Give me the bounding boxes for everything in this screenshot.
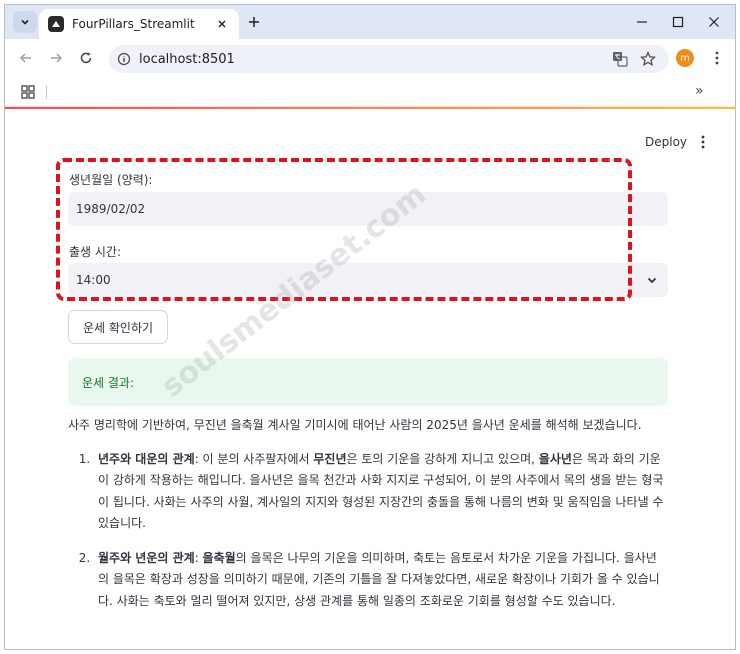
close-window-icon[interactable]	[705, 13, 723, 31]
check-fortune-button[interactable]: 운세 확인하기	[68, 310, 168, 344]
result-title: 운세 결과:	[82, 375, 135, 390]
apps-grid-icon[interactable]	[21, 85, 35, 99]
streamlit-app: Deploy 생년월일 (양력): 출생 시간: 14:00 운세 확인하기 운…	[5, 109, 735, 649]
fortune-result-text: 사주 명리학에 기반하여, 무진년 을축월 계사일 기미시에 태어난 사람의 2…	[68, 415, 664, 625]
result-alert: 운세 결과:	[68, 358, 668, 406]
chevron-down-icon	[21, 19, 29, 25]
tab-search-button[interactable]	[13, 11, 37, 33]
list-item: 년주와 대운의 관계: 이 분의 사주팔자에서 무진년은 토의 기운을 강하게 …	[94, 449, 664, 535]
tab-strip: FourPillars_Streamlit	[5, 5, 735, 39]
url-text: localhost:8501	[139, 51, 235, 67]
list-item: 월주와 년운의 관계: 을축월의 을목은 나무의 기운을 의미하며, 축토는 음…	[94, 548, 664, 613]
chevron-down-icon[interactable]	[644, 272, 660, 288]
browser-window: FourPillars_Streamlit localhost:8501 m »…	[4, 4, 736, 650]
fortune-list: 년주와 대운의 관계: 이 분의 사주팔자에서 무진년은 토의 기운을 강하게 …	[68, 449, 664, 613]
address-bar[interactable]: localhost:8501	[109, 45, 669, 73]
forward-arrow-icon[interactable]	[47, 49, 65, 67]
translate-icon[interactable]	[611, 50, 629, 68]
minimize-icon[interactable]	[633, 13, 651, 31]
browser-menu-icon[interactable]	[708, 49, 726, 67]
reload-icon[interactable]	[77, 49, 95, 67]
browser-toolbar: localhost:8501 m	[5, 39, 735, 77]
back-arrow-icon[interactable]	[17, 49, 35, 67]
tab-title: FourPillars_Streamlit	[72, 17, 195, 31]
intro-paragraph: 사주 명리학에 기반하여, 무진년 을축월 계사일 기미시에 태어난 사람의 2…	[68, 418, 642, 432]
new-tab-icon[interactable]	[245, 13, 263, 31]
app-menu-icon[interactable]	[696, 134, 710, 150]
active-tab[interactable]: FourPillars_Streamlit	[39, 9, 239, 39]
bookmark-star-icon[interactable]	[639, 50, 657, 68]
annotation-highlight-box	[56, 158, 632, 301]
maximize-icon[interactable]	[669, 13, 687, 31]
deploy-button[interactable]: Deploy	[645, 135, 687, 149]
tab-close-icon[interactable]	[213, 15, 231, 33]
bookmarks-overflow-button[interactable]: »	[695, 83, 704, 99]
site-info-icon[interactable]	[117, 52, 131, 66]
streamlit-favicon-icon	[48, 16, 64, 32]
bookmarks-separator	[46, 85, 47, 99]
profile-avatar[interactable]: m	[676, 49, 694, 67]
bookmarks-bar: »	[5, 77, 735, 107]
